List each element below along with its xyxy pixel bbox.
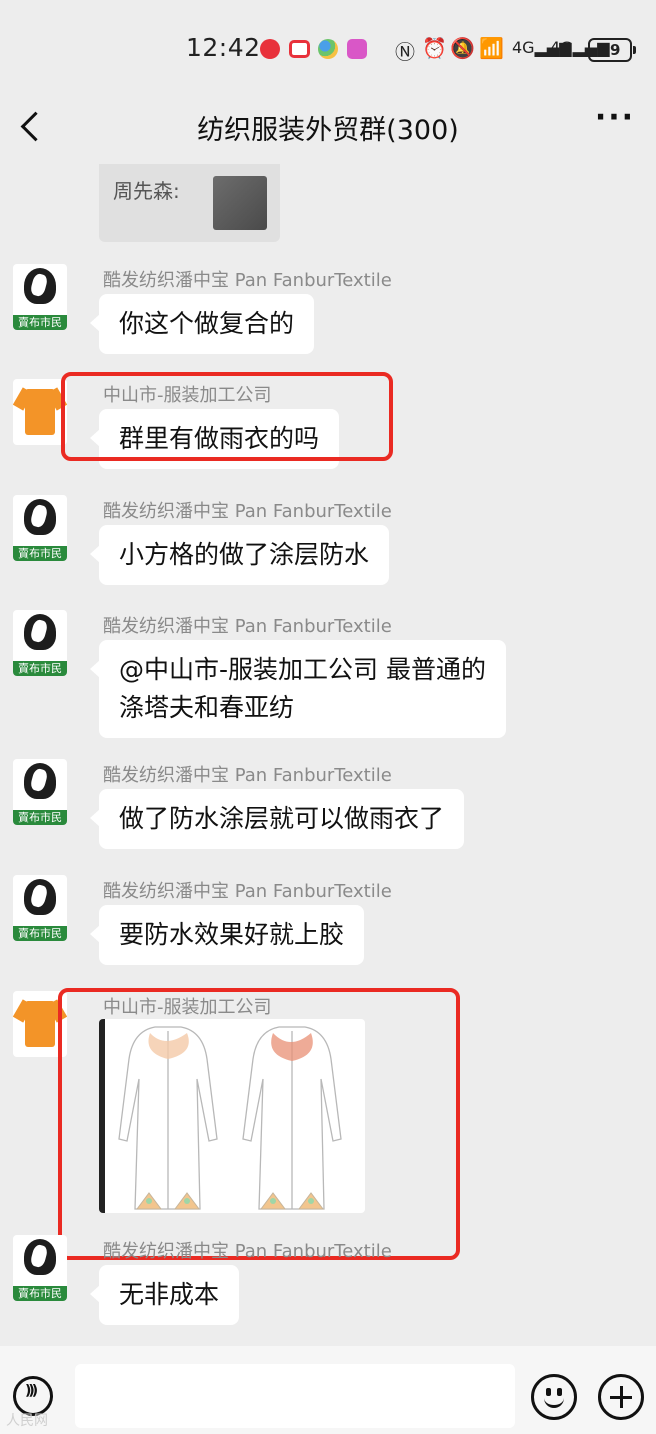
avatar-tag: 賣布市民 <box>13 1286 67 1301</box>
app-notification-icon <box>289 40 310 58</box>
add-attachment-icon[interactable] <box>598 1374 644 1420</box>
person-icon <box>24 763 56 799</box>
highlight-box <box>61 372 393 461</box>
avatar[interactable]: 賣布市民 <box>13 759 67 825</box>
status-time: 12:42 <box>186 33 261 62</box>
message-list[interactable]: 周先森: 賣布市民 酷发纺织潘中宝 Pan FanburTextile 你这个做… <box>0 164 656 1346</box>
message-input[interactable] <box>75 1364 515 1428</box>
chat-title: 纺织服装外贸群(300) <box>197 115 459 146</box>
sender-name: 酷发纺织潘中宝 Pan FanburTextile <box>103 501 392 522</box>
message-bubble[interactable]: 无非成本 <box>89 1265 240 1325</box>
person-icon <box>24 268 56 304</box>
app-notification-icon <box>260 39 280 59</box>
chat-header: 纺织服装外贸群(300) ··· <box>0 90 656 164</box>
avatar[interactable] <box>13 379 67 445</box>
more-options-button[interactable]: ··· <box>593 103 637 142</box>
avatar[interactable]: 賣布市民 <box>13 610 67 676</box>
person-icon <box>24 499 56 535</box>
avatar-tag: 賣布市民 <box>13 926 67 941</box>
message-bubble[interactable]: 要防水效果好就上胶 <box>89 905 365 965</box>
watermark: 人民网 <box>6 1413 48 1429</box>
shirt-icon <box>25 1001 55 1047</box>
nfc-icon: Ⓝ <box>395 40 415 64</box>
message-line: 涤塔夫和春亚纺 <box>119 693 295 722</box>
highlight-box <box>58 988 460 1260</box>
sender-name: 酷发纺织潘中宝 Pan FanburTextile <box>103 765 392 786</box>
message-bubble[interactable]: 做了防水涂层就可以做雨衣了 <box>89 789 465 849</box>
status-bar: 12:42 Ⓝ ⏰ 🔕 📶 4G▂▄▆ 4G▂▄▆ 49 <box>0 0 656 90</box>
sender-name: 酷发纺织潘中宝 Pan FanburTextile <box>103 881 392 902</box>
message-line: @中山市-服装加工公司 最普通的 <box>119 655 486 684</box>
emoji-icon[interactable] <box>531 1374 577 1420</box>
avatar-tag: 賣布市民 <box>13 810 67 825</box>
quoted-image-thumbnail[interactable] <box>213 176 267 230</box>
avatar[interactable]: 賣布市民 <box>13 875 67 941</box>
avatar[interactable]: 賣布市民 <box>13 495 67 561</box>
app-notification-icon <box>318 39 338 59</box>
avatar[interactable]: 賣布市民 <box>13 1235 67 1301</box>
message-bubble[interactable]: @中山市-服装加工公司 最普通的 涤塔夫和春亚纺 <box>90 640 506 738</box>
avatar[interactable]: 賣布市民 <box>13 264 67 330</box>
input-bar <box>0 1346 656 1434</box>
avatar-tag: 賣布市民 <box>13 315 67 330</box>
person-icon <box>24 1239 56 1275</box>
message-bubble[interactable]: 你这个做复合的 <box>89 294 315 354</box>
alarm-icon: ⏰ <box>422 36 447 60</box>
avatar-tag: 賣布市民 <box>13 661 67 676</box>
battery-icon: 49 <box>588 38 636 62</box>
sender-name: 酷发纺织潘中宝 Pan FanburTextile <box>103 1241 392 1262</box>
wifi-icon: 📶 <box>479 36 504 60</box>
quoted-sender: 周先森: <box>113 179 180 203</box>
sender-name: 酷发纺织潘中宝 Pan FanburTextile <box>103 616 392 637</box>
avatar-tag: 賣布市民 <box>13 546 67 561</box>
shirt-icon <box>25 389 55 435</box>
quoted-message[interactable]: 周先森: <box>99 164 280 242</box>
person-icon <box>24 879 56 915</box>
mute-icon: 🔕 <box>450 36 475 60</box>
sender-name: 酷发纺织潘中宝 Pan FanburTextile <box>103 270 392 291</box>
message-bubble[interactable]: 小方格的做了涂层防水 <box>89 525 390 585</box>
app-notification-icon <box>347 39 367 59</box>
person-icon <box>24 614 56 650</box>
